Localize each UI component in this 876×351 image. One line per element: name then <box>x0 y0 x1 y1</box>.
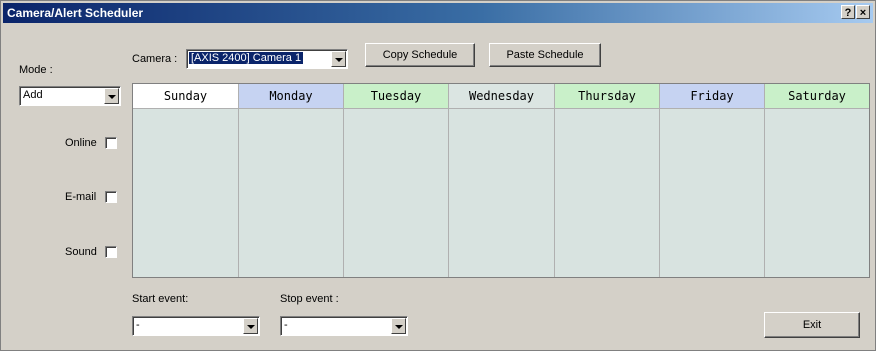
camera-value: [AXIS 2400] Camera 1 <box>189 52 304 64</box>
sound-checkbox[interactable] <box>105 246 117 258</box>
chevron-down-icon[interactable] <box>331 51 346 67</box>
day-column-monday[interactable]: Monday <box>239 84 344 277</box>
help-button[interactable]: ? <box>841 5 855 19</box>
chevron-down-icon[interactable] <box>391 318 406 334</box>
day-header: Friday <box>660 84 764 109</box>
start-event-value: - <box>136 319 140 331</box>
mode-label: Mode : <box>19 64 53 76</box>
camera-label: Camera : <box>132 53 178 65</box>
online-label: Online <box>65 137 97 149</box>
email-checkbox[interactable] <box>105 191 117 203</box>
camera-select[interactable]: [AXIS 2400] Camera 1 <box>186 49 348 69</box>
stop-event-label: Stop event : <box>280 293 339 305</box>
day-slot-area[interactable] <box>765 109 869 277</box>
day-header: Tuesday <box>344 84 448 109</box>
start-event-label: Start event: <box>132 293 189 305</box>
day-header: Thursday <box>555 84 659 109</box>
stop-event-select[interactable]: - <box>280 316 408 336</box>
day-header: Saturday <box>765 84 869 109</box>
chevron-down-icon[interactable] <box>243 318 258 334</box>
copy-schedule-button[interactable]: Copy Schedule <box>365 43 475 67</box>
day-slot-area[interactable] <box>344 109 448 277</box>
schedule-grid: Sunday Monday Tuesday Wednesday Thursday… <box>132 83 870 278</box>
day-column-thursday[interactable]: Thursday <box>555 84 660 277</box>
day-column-wednesday[interactable]: Wednesday <box>449 84 555 277</box>
title-bar: Camera/Alert Scheduler ? × <box>3 3 873 23</box>
online-checkbox[interactable] <box>105 137 117 149</box>
exit-button[interactable]: Exit <box>764 312 860 338</box>
stop-event-value: - <box>284 319 288 331</box>
close-button[interactable]: × <box>856 5 870 19</box>
mode-select[interactable]: Add <box>19 86 121 106</box>
day-slot-area[interactable] <box>555 109 659 277</box>
day-slot-area[interactable] <box>449 109 554 277</box>
email-label: E-mail <box>65 191 97 203</box>
day-column-saturday[interactable]: Saturday <box>765 84 869 277</box>
day-column-sunday[interactable]: Sunday <box>133 84 239 277</box>
day-slot-area[interactable] <box>133 109 238 277</box>
day-header: Monday <box>239 84 343 109</box>
day-header: Sunday <box>133 84 238 109</box>
day-column-friday[interactable]: Friday <box>660 84 765 277</box>
sound-label: Sound <box>65 246 97 258</box>
paste-schedule-button[interactable]: Paste Schedule <box>489 43 601 67</box>
window-title: Camera/Alert Scheduler <box>7 6 144 20</box>
day-slot-area[interactable] <box>660 109 764 277</box>
scheduler-window: Camera/Alert Scheduler ? × Mode : Add Ca… <box>0 0 876 351</box>
day-column-tuesday[interactable]: Tuesday <box>344 84 449 277</box>
mode-value: Add <box>23 89 43 101</box>
day-header: Wednesday <box>449 84 554 109</box>
start-event-select[interactable]: - <box>132 316 260 336</box>
day-slot-area[interactable] <box>239 109 343 277</box>
chevron-down-icon[interactable] <box>104 88 119 104</box>
